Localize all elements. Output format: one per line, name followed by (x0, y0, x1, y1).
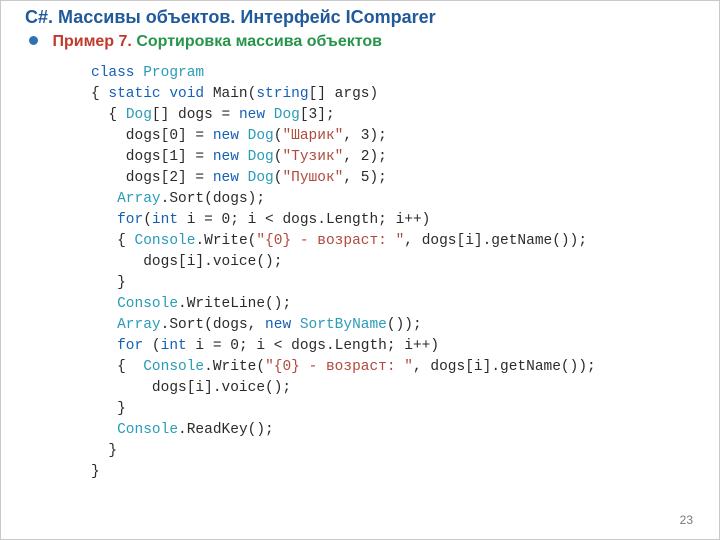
bullet-icon (29, 36, 38, 45)
code-line: Console.ReadKey(); (91, 420, 596, 441)
slide-subtitle: Пример 7. Сортировка массива объектов (29, 33, 382, 51)
code-line: dogs[i].voice(); (91, 378, 596, 399)
code-line: dogs[0] = new Dog("Шарик", 3); (91, 126, 596, 147)
code-line: { Console.Write("{0} - возраст: ", dogs[… (91, 231, 596, 252)
code-line: { static void Main(string[] args) (91, 84, 596, 105)
code-line: } (91, 273, 596, 294)
code-line: } (91, 462, 596, 483)
code-line: for(int i = 0; i < dogs.Length; i++) (91, 210, 596, 231)
code-block: class Program{ static void Main(string[]… (91, 63, 596, 483)
code-line: { Dog[] dogs = new Dog[3]; (91, 105, 596, 126)
code-line: Array.Sort(dogs); (91, 189, 596, 210)
code-line: dogs[2] = new Dog("Пушок", 5); (91, 168, 596, 189)
page-number: 23 (680, 513, 693, 527)
code-line: } (91, 441, 596, 462)
code-line: dogs[i].voice(); (91, 252, 596, 273)
code-line: for (int i = 0; i < dogs.Length; i++) (91, 336, 596, 357)
subtitle-text: Сортировка массива объектов (136, 33, 382, 50)
slide-title: C#. Массивы объектов. Интерфейс ICompare… (25, 7, 436, 28)
example-label: Пример 7. (52, 33, 131, 50)
code-line: } (91, 399, 596, 420)
code-line: { Console.Write("{0} - возраст: ", dogs[… (91, 357, 596, 378)
code-line: Console.WriteLine(); (91, 294, 596, 315)
code-line: dogs[1] = new Dog("Тузик", 2); (91, 147, 596, 168)
code-line: Array.Sort(dogs, new SortByName()); (91, 315, 596, 336)
code-line: class Program (91, 63, 596, 84)
